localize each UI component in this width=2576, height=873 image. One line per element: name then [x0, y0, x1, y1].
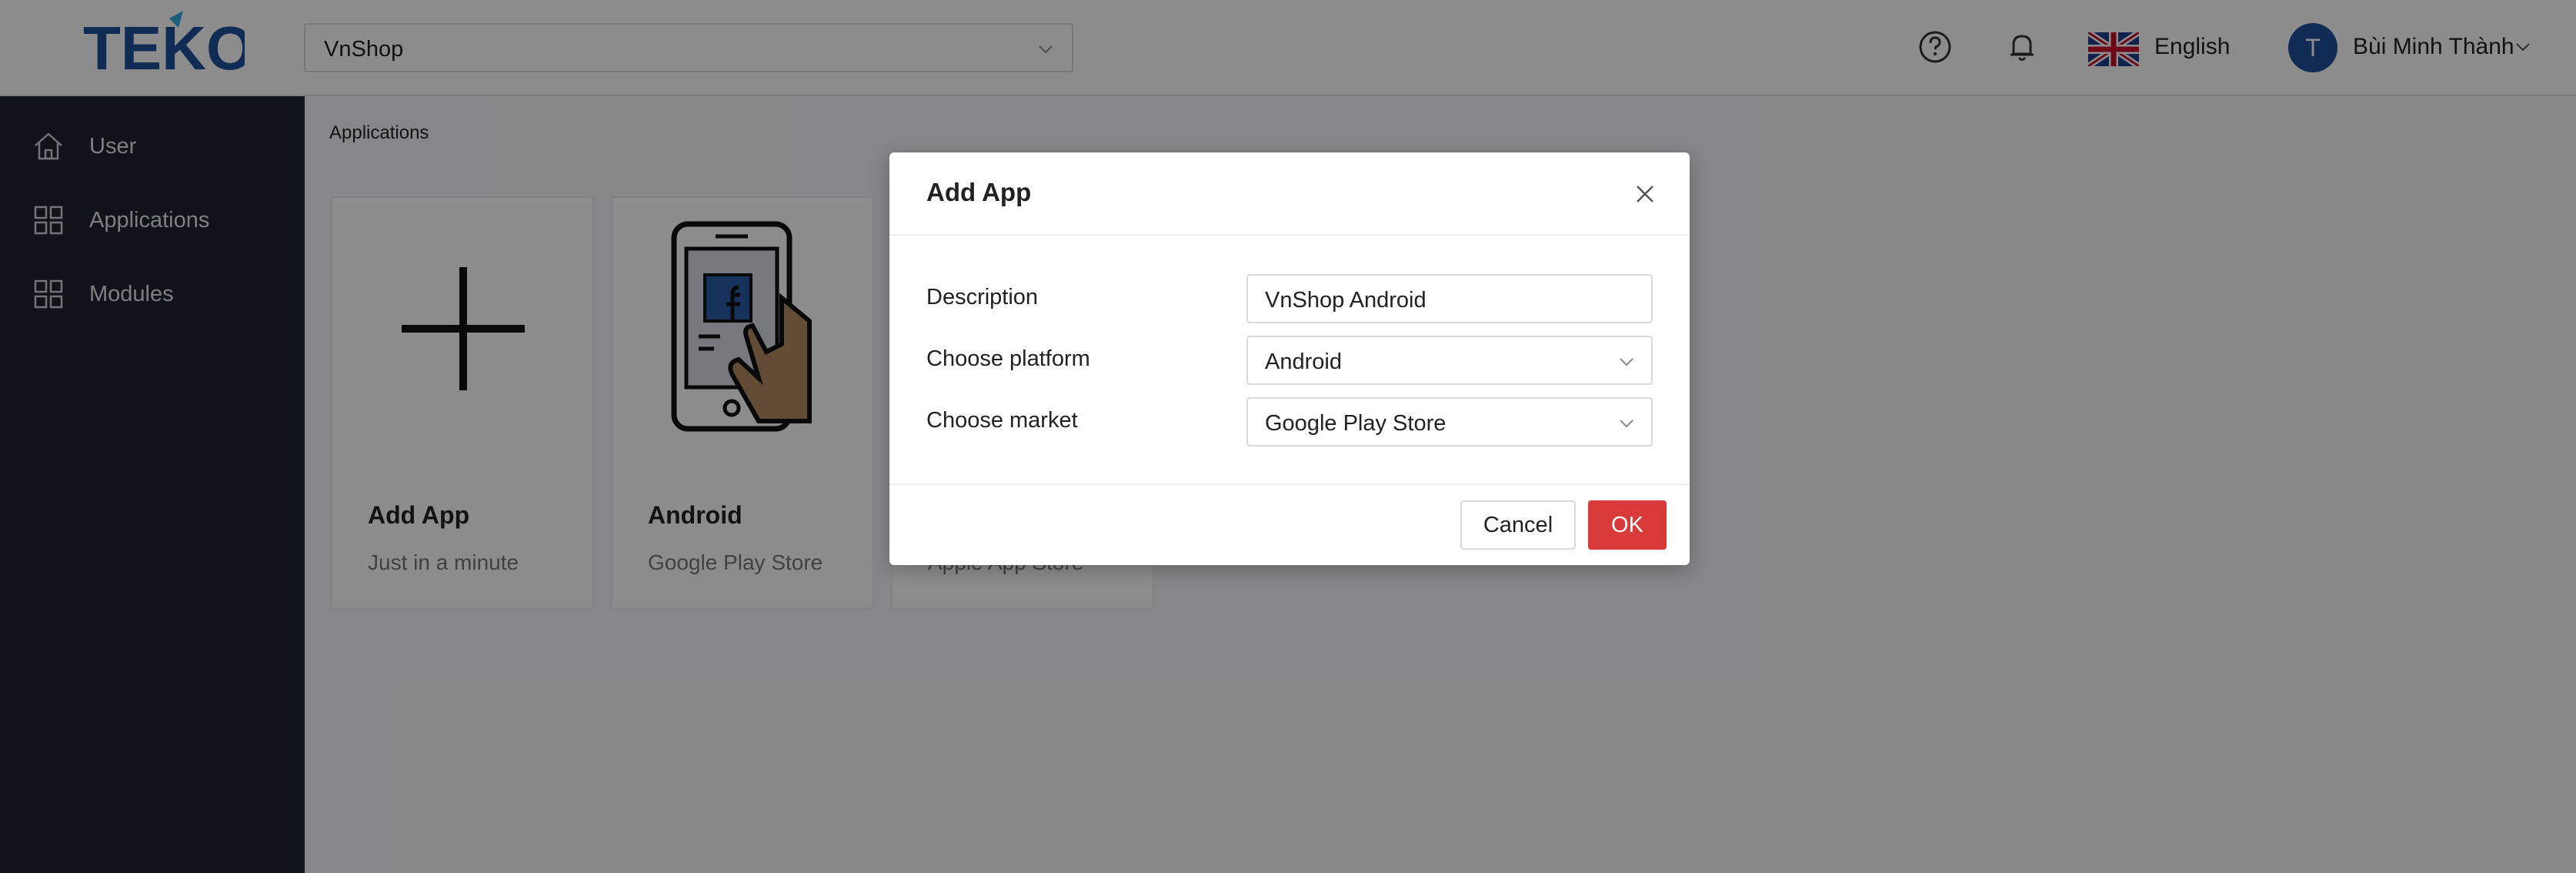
chevron-down-icon: [1620, 420, 1633, 428]
modal-title: Add App: [926, 178, 1032, 206]
market-value: Google Play Store: [1265, 411, 1446, 436]
add-app-modal: Add App Description VnShop Android Choos…: [889, 152, 1690, 565]
modal-footer: Cancel OK: [889, 483, 1690, 565]
platform-label: Choose platform: [926, 346, 1090, 371]
market-select[interactable]: Google Play Store: [1246, 397, 1653, 447]
cancel-button[interactable]: Cancel: [1460, 500, 1576, 550]
ok-button[interactable]: OK: [1588, 500, 1667, 550]
description-label: Description: [926, 285, 1039, 309]
description-value: VnShop Android: [1265, 288, 1426, 313]
platform-value: Android: [1265, 350, 1342, 374]
platform-select[interactable]: Android: [1246, 336, 1653, 385]
modal-header: Add App: [889, 152, 1690, 236]
description-field[interactable]: VnShop Android: [1246, 274, 1653, 323]
market-label: Choose market: [926, 408, 1078, 433]
close-icon[interactable]: [1631, 180, 1659, 208]
chevron-down-icon: [1620, 358, 1633, 366]
